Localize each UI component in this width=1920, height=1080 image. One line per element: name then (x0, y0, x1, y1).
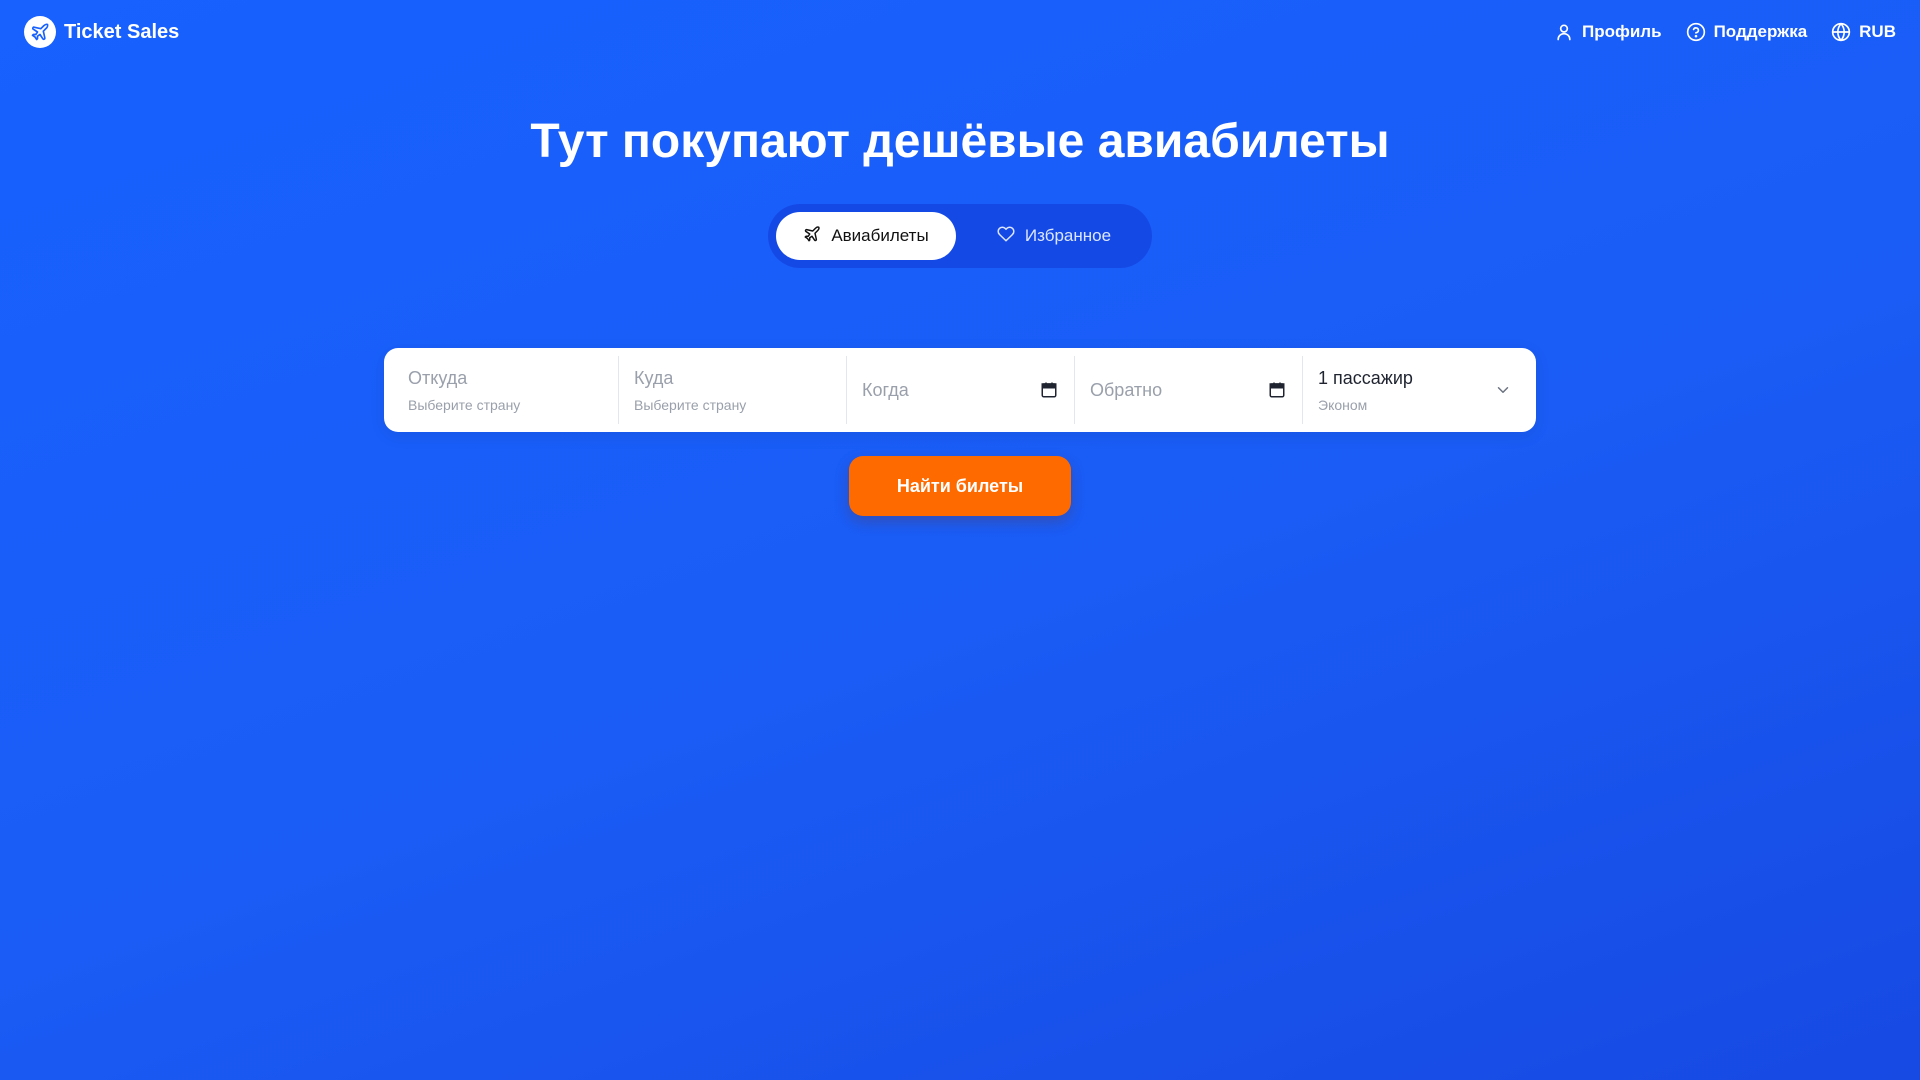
profile-link[interactable]: Профиль (1554, 22, 1662, 42)
passenger-count: 1 пассажир (1318, 367, 1413, 388)
user-icon (1554, 22, 1574, 42)
help-circle-icon (1686, 22, 1706, 42)
support-label: Поддержка (1713, 22, 1808, 41)
airplane-icon (24, 16, 56, 48)
origin-hint: Выберите страну (408, 396, 521, 413)
search-form: Откуда Выберите страну Куда Выберите стр… (384, 348, 1536, 432)
destination-hint: Выберите страну (634, 396, 747, 413)
tab-flights-label: Авиабилеты (831, 226, 929, 245)
destination-placeholder: Куда (634, 367, 674, 388)
return-date-placeholder: Обратно (1090, 379, 1163, 400)
page-title: Тут покупают дешёвые авиабилеты (530, 115, 1390, 168)
globe-icon (1831, 22, 1851, 42)
origin-placeholder: Откуда (408, 367, 468, 388)
destination-field[interactable]: Куда Выберите страну (618, 348, 846, 432)
passengers-selector[interactable]: 1 пассажир Эконом (1302, 348, 1536, 432)
find-tickets-button[interactable]: Найти билеты (849, 456, 1071, 516)
origin-field[interactable]: Откуда Выберите страну (384, 348, 618, 432)
calendar-icon[interactable] (1040, 381, 1058, 399)
return-date-field[interactable]: Обратно (1074, 348, 1302, 432)
support-link[interactable]: Поддержка (1686, 22, 1808, 42)
currency-label: RUB (1859, 22, 1896, 41)
tab-favorites[interactable]: Избранное (964, 212, 1144, 260)
tab-flights[interactable]: Авиабилеты (776, 212, 956, 260)
airplane-icon (803, 225, 821, 248)
brand-name: Ticket Sales (64, 20, 180, 43)
depart-date-field[interactable]: Когда (846, 348, 1074, 432)
cabin-class: Эконом (1318, 396, 1368, 413)
brand-logo-link[interactable]: Ticket Sales (24, 16, 179, 48)
tab-favorites-label: Избранное (1024, 226, 1112, 245)
header-nav: Профиль Поддержка RUB (1554, 22, 1896, 42)
calendar-icon[interactable] (1268, 381, 1286, 399)
currency-selector[interactable]: RUB (1831, 22, 1896, 42)
top-bar: Ticket Sales Профиль Поддержка RUB (0, 0, 1920, 64)
chevron-down-icon[interactable] (1494, 381, 1512, 399)
heart-icon (997, 225, 1015, 248)
depart-date-placeholder: Когда (862, 379, 909, 400)
mode-toggle: Авиабилеты Избранное (768, 204, 1152, 268)
profile-label: Профиль (1581, 22, 1662, 41)
passengers-summary: 1 пассажир Эконом (1318, 368, 1413, 413)
